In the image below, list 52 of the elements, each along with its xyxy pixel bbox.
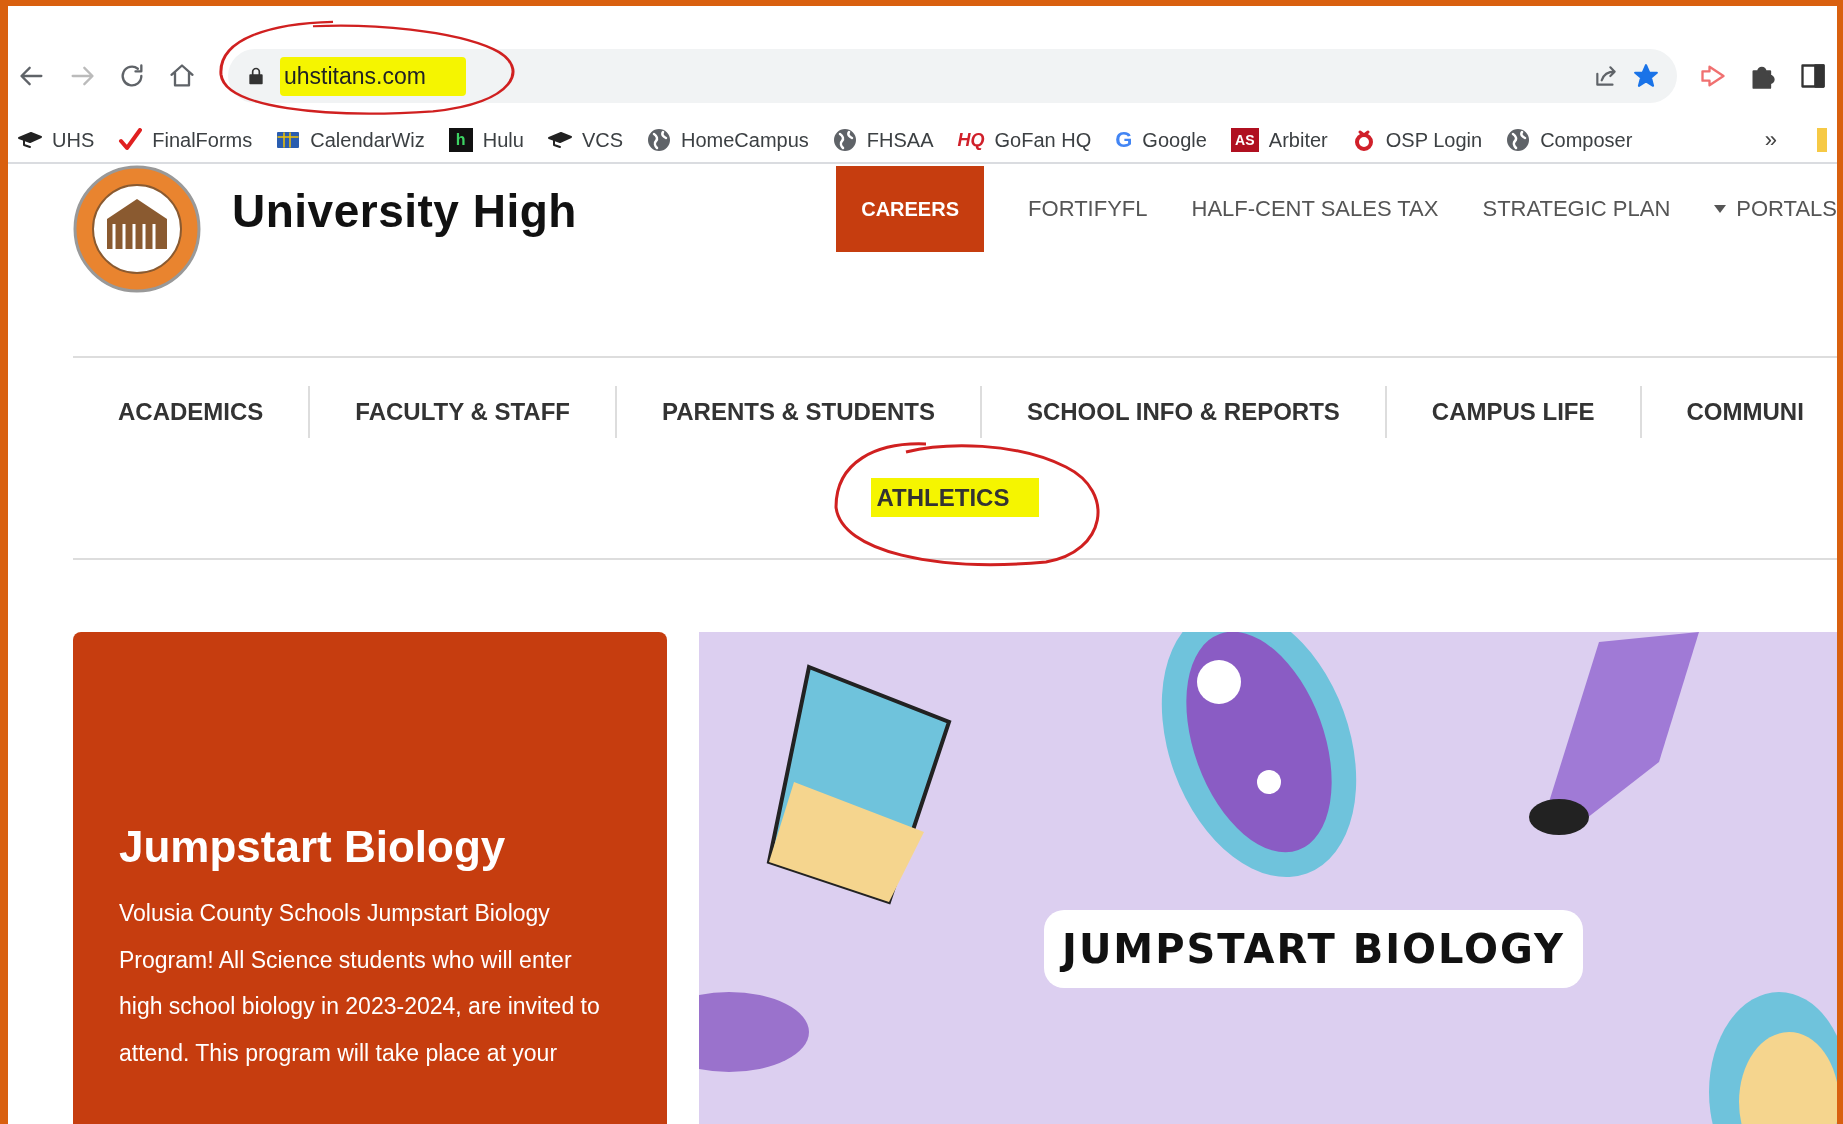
globe-icon bbox=[1506, 128, 1531, 152]
nav-item[interactable]: PARENTS & STUDENTS bbox=[662, 398, 935, 425]
nav-item[interactable]: ATHLETICS bbox=[870, 478, 1040, 517]
globe-icon bbox=[647, 128, 671, 152]
card-text: Volusia County Schools Jumpstart Biology Program! All Science students who will enter high school biology in 2023-2024, are invited to attend. This program will take place at your bbox=[119, 899, 601, 1068]
careers-button[interactable]: CAREERS bbox=[836, 166, 985, 252]
bookmark-item[interactable]: Arbiter bbox=[1268, 128, 1328, 152]
side-panel-icon bbox=[1799, 62, 1827, 90]
banner-title: JUMPSTART BIOLOGY bbox=[1044, 910, 1583, 988]
nav-item[interactable]: COMMUNI bbox=[1686, 398, 1804, 425]
bookmark-item[interactable]: VCS bbox=[581, 128, 623, 152]
more-bookmarks-button[interactable]: » bbox=[1764, 127, 1777, 153]
top-link[interactable]: STRATEGIC PLAN bbox=[1482, 196, 1671, 222]
share-icon bbox=[1593, 63, 1619, 89]
top-link[interactable]: HALF-CENT SALES TAX bbox=[1191, 196, 1439, 222]
bookmark-item[interactable]: Hulu bbox=[482, 128, 524, 152]
globe-icon bbox=[832, 128, 857, 152]
folder-icon bbox=[1817, 128, 1827, 152]
card-title: Jumpstart Biology bbox=[119, 822, 507, 872]
bookmark-item[interactable]: UHS bbox=[52, 128, 95, 152]
address-bar[interactable]: uhstitans.com bbox=[228, 49, 1677, 103]
url-text: uhstitans.com bbox=[280, 56, 466, 96]
share-button[interactable] bbox=[1593, 63, 1619, 89]
bookmark-star-button[interactable] bbox=[1633, 63, 1659, 89]
reload-icon bbox=[118, 62, 146, 90]
home-button[interactable] bbox=[168, 62, 196, 90]
bookmark-item[interactable]: FinalForms bbox=[152, 128, 253, 152]
reload-button[interactable] bbox=[118, 62, 146, 90]
nav-item[interactable]: CAMPUS LIFE bbox=[1431, 398, 1595, 425]
side-panel-button[interactable] bbox=[1799, 62, 1827, 90]
lock-icon bbox=[246, 66, 266, 86]
star-icon bbox=[1633, 63, 1659, 89]
nav-item[interactable]: SCHOOL INFO & REPORTS bbox=[1026, 398, 1340, 425]
bookmark-item[interactable]: Google bbox=[1142, 128, 1207, 152]
bookmark-item[interactable]: OSP Login bbox=[1385, 128, 1483, 152]
bookmark-item[interactable]: HomeCampus bbox=[681, 128, 809, 152]
bookmark-item[interactable]: CalendarWiz bbox=[310, 128, 425, 152]
checkmark-icon bbox=[118, 128, 143, 152]
home-icon bbox=[168, 62, 196, 90]
bookmark-item[interactable]: FHSAA bbox=[866, 128, 934, 152]
google-logo-icon: G bbox=[1115, 128, 1133, 152]
nav-item[interactable]: ACADEMICS bbox=[118, 398, 264, 425]
arbiter-logo-icon: AS bbox=[1230, 128, 1259, 152]
nav-item[interactable]: FACULTY & STAFF bbox=[355, 398, 570, 425]
caret-icon bbox=[1714, 205, 1727, 213]
top-link[interactable]: FORTIFYFL bbox=[1028, 196, 1148, 222]
bookmark-item[interactable]: Composer bbox=[1540, 128, 1633, 152]
dropdown-menu[interactable]: PORTALS bbox=[1714, 196, 1837, 222]
bookmark-item[interactable]: GoFan HQ bbox=[994, 128, 1092, 152]
hulu-logo-icon: h bbox=[448, 128, 473, 152]
gofan-logo-icon: HQ bbox=[957, 128, 985, 152]
site-title[interactable]: University High bbox=[232, 184, 577, 238]
